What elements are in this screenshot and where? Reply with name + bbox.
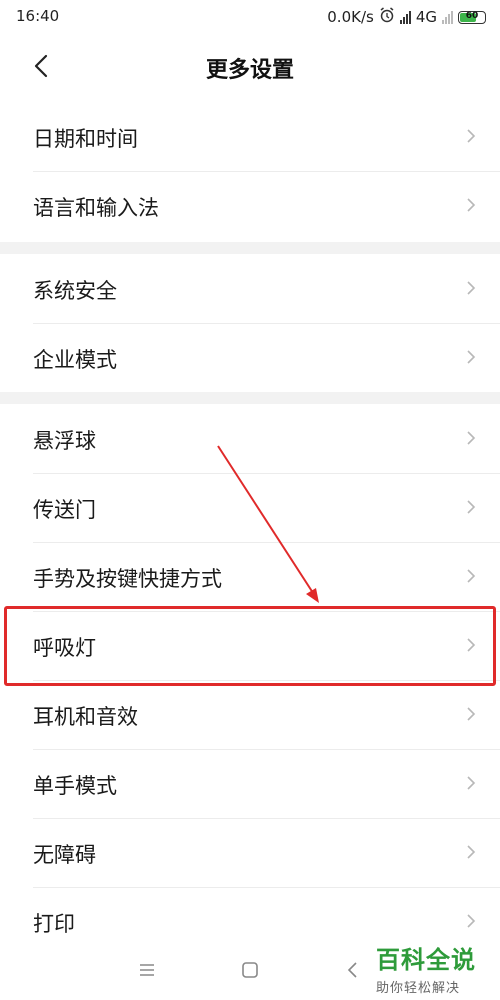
settings-item-floating-ball[interactable]: 悬浮球 xyxy=(0,404,500,473)
settings-item-label: 悬浮球 xyxy=(33,429,96,453)
network-type: 4G xyxy=(415,8,437,26)
settings-item-system-security[interactable]: 系统安全 xyxy=(0,254,500,323)
section-divider xyxy=(0,392,500,404)
highlight-box xyxy=(4,606,496,686)
chevron-right-icon xyxy=(467,845,476,859)
watermark-slogan: 助你轻松解决 xyxy=(376,981,461,996)
settings-item-date-time[interactable]: 日期和时间 xyxy=(0,102,500,171)
settings-item-enterprise-mode[interactable]: 企业模式 xyxy=(0,323,500,392)
settings-item-label: 耳机和音效 xyxy=(33,705,138,729)
watermark-brand: 百科全说 xyxy=(376,946,476,974)
settings-item-accessibility[interactable]: 无障碍 xyxy=(0,818,500,887)
chevron-right-icon xyxy=(467,707,476,721)
battery-icon: 60 xyxy=(458,10,486,24)
chevron-right-icon xyxy=(467,500,476,514)
signal-icon xyxy=(442,10,453,24)
settings-item-label: 语言和输入法 xyxy=(33,196,159,220)
settings-item-one-handed-mode[interactable]: 单手模式 xyxy=(0,749,500,818)
chevron-right-icon xyxy=(467,129,476,143)
chevron-right-icon xyxy=(467,914,476,928)
status-icons: 0.0K/s 4G 60 xyxy=(327,7,486,27)
chevron-right-icon xyxy=(467,569,476,583)
settings-item-label: 打印 xyxy=(33,912,75,936)
settings-item-label: 传送门 xyxy=(33,498,96,522)
settings-item-label: 单手模式 xyxy=(33,774,117,798)
chevron-right-icon xyxy=(467,350,476,364)
settings-item-label: 手势及按键快捷方式 xyxy=(33,567,222,591)
chevron-right-icon xyxy=(467,198,476,212)
alarm-icon xyxy=(379,7,395,27)
watermark: 百科全说 助你轻松解决 xyxy=(376,940,496,996)
settings-item-headphones-audio[interactable]: 耳机和音效 xyxy=(0,680,500,749)
settings-group-1: 日期和时间 语言和输入法 xyxy=(0,102,500,240)
status-time: 16:40 xyxy=(16,7,60,25)
settings-group-2: 系统安全 企业模式 xyxy=(0,254,500,392)
status-bar: 16:40 0.0K/s 4G 60 xyxy=(0,0,500,32)
home-icon[interactable] xyxy=(240,960,260,980)
network-speed: 0.0K/s xyxy=(327,8,374,26)
chevron-right-icon xyxy=(467,776,476,790)
hd-signal-icon xyxy=(399,10,411,24)
menu-icon[interactable] xyxy=(138,961,156,979)
settings-item-portal[interactable]: 传送门 xyxy=(0,473,500,542)
section-divider xyxy=(0,242,500,254)
settings-item-label: 无障碍 xyxy=(33,843,96,867)
settings-item-gesture-shortcuts[interactable]: 手势及按键快捷方式 xyxy=(0,542,500,611)
settings-item-language-input[interactable]: 语言和输入法 xyxy=(0,171,500,240)
header: 更多设置 xyxy=(0,32,500,102)
settings-item-label: 日期和时间 xyxy=(33,127,138,151)
back-icon[interactable] xyxy=(346,960,360,980)
chevron-right-icon xyxy=(467,431,476,445)
settings-item-label: 企业模式 xyxy=(33,348,117,372)
chevron-right-icon xyxy=(467,281,476,295)
settings-item-label: 系统安全 xyxy=(33,279,117,303)
battery-level: 60 xyxy=(465,10,479,21)
page-title: 更多设置 xyxy=(205,58,294,83)
